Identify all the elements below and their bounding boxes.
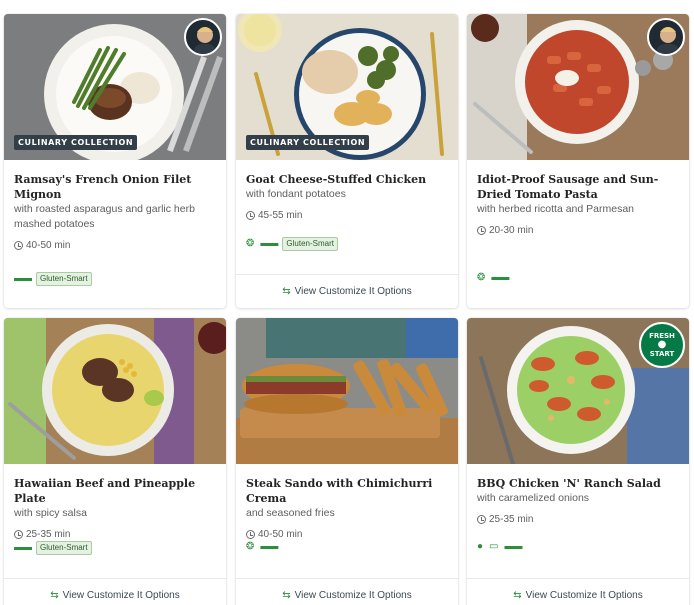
muscle-icon: ▬▬ bbox=[14, 542, 32, 553]
recipe-tags: ❂ ▬▬ bbox=[477, 272, 509, 284]
recipe-title[interactable]: Goat Cheese-Stuffed Chicken bbox=[246, 172, 448, 187]
gluten-smart-tag: Gluten-Smart bbox=[36, 541, 92, 555]
prep-time: 40-50 min bbox=[246, 529, 448, 540]
muscle-icon: ▬▬ bbox=[491, 272, 509, 283]
clock-icon bbox=[14, 530, 23, 539]
apple-icon: ● bbox=[477, 541, 484, 552]
prep-time-text: 25-35 min bbox=[26, 529, 71, 540]
customize-options-link[interactable]: ⇆ View Customize It Options bbox=[236, 274, 458, 308]
fresh-start-badge: FRESH ● START bbox=[639, 322, 685, 368]
clock-icon bbox=[477, 226, 486, 235]
recipe-photo[interactable]: FRESH ● START bbox=[467, 318, 689, 464]
recipe-card[interactable]: Hawaiian Beef and Pineapple Plate with s… bbox=[4, 318, 226, 605]
swap-icon: ⇆ bbox=[282, 590, 291, 601]
prep-time: 45-55 min bbox=[246, 210, 448, 221]
customize-options-label: View Customize It Options bbox=[294, 286, 412, 297]
recipe-subtitle: with fondant potatoes bbox=[246, 188, 346, 200]
clock-icon bbox=[14, 241, 23, 250]
muscle-icon: ▬▬ bbox=[14, 273, 32, 284]
apple-icon: ● bbox=[657, 339, 667, 350]
recipe-tags: ❂ ▬▬ bbox=[246, 541, 278, 553]
recipe-card[interactable]: Steak Sando with Chimichurri Crema and s… bbox=[236, 318, 458, 605]
muscle-icon: ▬▬ bbox=[260, 238, 278, 249]
recipe-photo[interactable] bbox=[4, 318, 226, 464]
recipe-tags: ▬▬ Gluten-Smart bbox=[14, 541, 92, 555]
clock-icon bbox=[246, 530, 255, 539]
recipe-photo[interactable]: CULINARY COLLECTION bbox=[4, 14, 226, 160]
recipe-photo[interactable]: CULINARY COLLECTION bbox=[236, 14, 458, 160]
customize-options-label: View Customize It Options bbox=[525, 590, 643, 601]
muscle-icon: ▬▬ bbox=[504, 541, 523, 552]
recipe-title[interactable]: BBQ Chicken 'N' Ranch Salad bbox=[477, 476, 679, 491]
customize-options-label: View Customize It Options bbox=[294, 590, 412, 601]
prep-time-text: 40-50 min bbox=[258, 529, 303, 540]
prep-time-text: 25-35 min bbox=[489, 514, 534, 525]
ear-icon: ❂ bbox=[246, 541, 255, 552]
prep-time-text: 45-55 min bbox=[258, 210, 303, 221]
scale-icon: ▭ bbox=[489, 541, 499, 552]
culinary-collection-badge: CULINARY COLLECTION bbox=[246, 135, 370, 150]
clock-icon bbox=[477, 515, 486, 524]
recipe-photo[interactable] bbox=[467, 14, 689, 160]
chef-avatar-icon bbox=[184, 18, 222, 56]
recipe-subtitle: with roasted asparagus and garlic herb m… bbox=[14, 203, 195, 230]
prep-time: 25-35 min bbox=[14, 529, 216, 540]
recipe-subtitle: and seasoned fries bbox=[246, 507, 335, 519]
prep-time: 25-35 min bbox=[477, 514, 679, 525]
customize-options-link[interactable]: ⇆ View Customize It Options bbox=[236, 578, 458, 605]
culinary-collection-badge: CULINARY COLLECTION bbox=[14, 135, 138, 150]
recipe-card[interactable]: CULINARY COLLECTION Ramsay's French Onio… bbox=[4, 14, 226, 308]
customize-options-label: View Customize It Options bbox=[62, 590, 180, 601]
gluten-smart-tag: Gluten-Smart bbox=[36, 272, 92, 286]
muscle-icon: ▬▬ bbox=[260, 541, 278, 552]
recipe-card[interactable]: Idiot-Proof Sausage and Sun-Dried Tomato… bbox=[467, 14, 689, 308]
recipe-tags: ❂ ▬▬ Gluten-Smart bbox=[246, 237, 338, 251]
recipe-card[interactable]: CULINARY COLLECTION Goat Cheese-Stuffed … bbox=[236, 14, 458, 308]
swap-icon: ⇆ bbox=[513, 590, 522, 601]
recipe-title[interactable]: Idiot-Proof Sausage and Sun-Dried Tomato… bbox=[477, 172, 679, 202]
clock-icon bbox=[246, 211, 255, 220]
ear-icon: ❂ bbox=[477, 272, 486, 283]
ear-icon: ❂ bbox=[246, 238, 255, 249]
recipe-tags: ● ▭ ▬▬ bbox=[477, 541, 523, 553]
recipe-subtitle: with herbed ricotta and Parmesan bbox=[477, 203, 635, 215]
prep-time-text: 40-50 min bbox=[26, 240, 71, 251]
recipe-subtitle: with spicy salsa bbox=[14, 507, 87, 519]
recipe-title[interactable]: Hawaiian Beef and Pineapple Plate bbox=[14, 476, 216, 506]
recipe-grid: CULINARY COLLECTION Ramsay's French Onio… bbox=[0, 0, 694, 605]
recipe-subtitle: with caramelized onions bbox=[477, 492, 590, 504]
recipe-tags: ▬▬ Gluten-Smart bbox=[14, 272, 92, 286]
recipe-title[interactable]: Steak Sando with Chimichurri Crema bbox=[246, 476, 448, 506]
recipe-title[interactable]: Ramsay's French Onion Filet Mignon bbox=[14, 172, 216, 202]
fresh-start-badge-line2: START bbox=[649, 350, 675, 358]
prep-time: 20-30 min bbox=[477, 225, 679, 236]
gluten-smart-tag: Gluten-Smart bbox=[282, 237, 338, 251]
recipe-card[interactable]: FRESH ● START BBQ Chicken 'N' Ranch Sala… bbox=[467, 318, 689, 605]
swap-icon: ⇆ bbox=[282, 286, 291, 297]
customize-options-link[interactable]: ⇆ View Customize It Options bbox=[467, 578, 689, 605]
prep-time: 40-50 min bbox=[14, 240, 216, 251]
prep-time-text: 20-30 min bbox=[489, 225, 534, 236]
customize-options-link[interactable]: ⇆ View Customize It Options bbox=[4, 578, 226, 605]
recipe-photo[interactable] bbox=[236, 318, 458, 464]
chef-avatar-icon bbox=[647, 18, 685, 56]
swap-icon: ⇆ bbox=[50, 590, 59, 601]
